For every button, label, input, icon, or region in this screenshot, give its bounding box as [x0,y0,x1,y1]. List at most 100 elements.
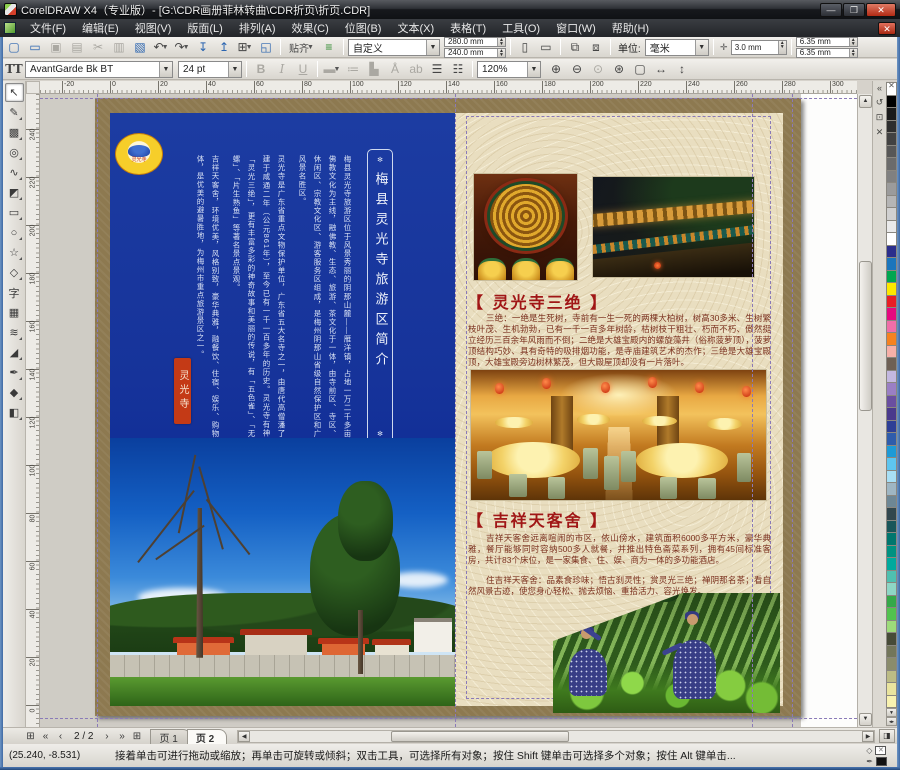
brochure-left-panel[interactable]: 灵光寺 梅县灵光寺旅游区位于风景秀丽的阴那山麓——雁洋镇，占地一万二千多亩，以佛… [110,113,455,706]
color-swatch-22[interactable] [886,371,897,384]
photo-restaurant-hall[interactable] [470,369,767,501]
title-plaque[interactable]: ✻ 梅县灵光寺旅游区简介 ✻ [367,149,393,447]
photo-temple-roof-ridge[interactable] [592,176,755,278]
color-swatch-9[interactable] [886,208,897,221]
color-swatch-43[interactable] [886,633,897,646]
text-format-icon[interactable]: ▬▼ [322,60,342,78]
photo-temple-landscape[interactable] [110,438,455,706]
transform-docker-icon[interactable]: ↺ [876,97,884,108]
color-swatch-6[interactable] [886,171,897,184]
section-body-guesthouse-1[interactable]: 吉祥天客舍远离喧闹的市区，依山傍水，建筑面积6000多平方米，豪华典雅，餐厅能够… [468,533,771,566]
color-swatch-31[interactable] [886,483,897,496]
page-tab-2[interactable]: 页 2 [187,729,227,744]
color-swatch-7[interactable] [886,183,897,196]
zoom-tool[interactable]: ◎ [5,143,24,162]
color-swatch-14[interactable] [886,271,897,284]
color-swatch-27[interactable] [886,433,897,446]
guideline-horizontal[interactable] [40,98,857,99]
color-swatch-20[interactable] [886,346,897,359]
table-tool[interactable]: ▦ [5,303,24,322]
italic-button[interactable]: I [272,60,292,78]
color-swatch-42[interactable] [886,621,897,634]
horizontal-ruler[interactable]: -200204060801001201401601802002202402602… [40,81,857,94]
color-swatch-12[interactable] [886,246,897,259]
options-icon[interactable]: ≡ [319,38,339,56]
scroll-right-icon[interactable]: ▶ [862,731,874,742]
zoom-page-icon[interactable]: ▢ [630,60,650,78]
first-page-icon[interactable]: « [38,731,53,742]
color-swatch-39[interactable] [886,583,897,596]
color-swatch-32[interactable] [886,496,897,509]
polygon-tool[interactable]: ☆ [5,243,24,262]
color-swatch-28[interactable] [886,446,897,459]
section-heading-three-wonders[interactable]: 【 灵光寺三绝 】 [467,289,608,313]
color-swatch-25[interactable] [886,408,897,421]
duplicate-x-input[interactable]: 6.35 mm▲▼ [796,37,858,47]
redo-icon[interactable]: ↷▼ [172,38,192,56]
add-page-icon[interactable]: ⊞ [23,731,38,742]
color-swatch-24[interactable] [886,396,897,409]
guideline-vertical[interactable] [752,94,753,727]
portrait-icon[interactable]: ▯ [515,38,535,56]
open-icon[interactable]: ▭ [25,38,45,56]
color-swatch-4[interactable] [886,146,897,159]
color-swatch-0[interactable] [886,96,897,109]
guideline-vertical[interactable] [455,94,456,727]
paper-preset-combo[interactable]: 自定义▼ [348,39,440,56]
export-icon[interactable]: ↥ [214,38,234,56]
paste-icon[interactable]: ▧ [130,38,150,56]
zoom-selected-icon[interactable]: ⊙ [588,60,608,78]
add-page-icon[interactable]: ⊞ [129,731,144,742]
cut-icon[interactable]: ✂ [88,38,108,56]
color-swatch-15[interactable] [886,283,897,296]
drop-cap-icon[interactable]: ▙ [364,60,384,78]
red-seal-stamp[interactable]: 灵光寺 [174,358,191,424]
color-swatch-11[interactable] [886,233,897,246]
minimize-button[interactable]: — [820,3,842,17]
menu-item-3[interactable]: 版面(L) [179,18,230,38]
next-page-icon[interactable]: › [99,731,114,742]
color-swatch-45[interactable] [886,658,897,671]
bullet-list-icon[interactable]: ≔ [343,60,363,78]
color-swatch-3[interactable] [886,133,897,146]
font-size-combo[interactable]: 24 pt▼ [178,61,242,78]
crop-tool[interactable]: ▩ [5,123,24,142]
zoom-in-icon[interactable]: ⊕ [546,60,566,78]
zoom-all-objects-icon[interactable]: ⊛ [609,60,629,78]
fill-color-indicator[interactable]: ✕ [875,746,886,755]
previous-page-icon[interactable]: ‹ [53,731,68,742]
pick-tool[interactable]: ↖ [5,83,24,102]
zoom-level-combo[interactable]: 120%▼ [477,61,541,78]
paper-height-input[interactable]: 240.0 mm▲▼ [444,48,506,58]
drawing-canvas[interactable]: 灵光寺 梅县灵光寺旅游区位于风景秀丽的阴那山麓——雁洋镇，占地一万二千多亩，以佛… [40,94,857,727]
page-tab-1[interactable]: 页 1 [150,729,190,744]
close-document-button[interactable]: ✕ [878,22,896,35]
zoom-out-icon[interactable]: ⊖ [567,60,587,78]
ellipse-tool[interactable]: ○ [5,223,24,242]
color-swatch-33[interactable] [886,508,897,521]
blend-tool[interactable]: ≋ [5,323,24,342]
zoom-height-icon[interactable]: ↕ [672,60,692,78]
horizontal-scrollbar[interactable]: ◀ ▶ [237,730,875,743]
color-swatch-48[interactable] [886,696,897,709]
ruler-origin[interactable] [26,81,40,94]
horizontal-scroll-thumb[interactable] [391,731,569,742]
color-swatch-16[interactable] [886,296,897,309]
no-color-swatch[interactable] [886,82,897,96]
color-swatch-1[interactable] [886,108,897,121]
scroll-down-icon[interactable]: ▼ [859,713,872,726]
color-swatch-26[interactable] [886,421,897,434]
app-launcher-icon[interactable]: ⊞▼ [235,38,255,56]
font-name-combo[interactable]: AvantGarde Bk BT▼ [25,61,173,78]
vertical-ruler[interactable]: 240220200180160140120100806040200 [26,94,40,727]
last-page-icon[interactable]: » [114,731,129,742]
freehand-tool[interactable]: ∿ [5,163,24,182]
menu-item-4[interactable]: 排列(A) [231,18,284,38]
color-swatch-29[interactable] [886,458,897,471]
save-icon[interactable]: ▣ [46,38,66,56]
color-swatch-19[interactable] [886,333,897,346]
photo-temple-ceiling-spiral[interactable] [473,173,578,281]
bold-button[interactable]: B [251,60,271,78]
menu-item-6[interactable]: 位图(B) [337,18,390,38]
palette-scroll-icon[interactable]: ▼ [886,708,897,717]
